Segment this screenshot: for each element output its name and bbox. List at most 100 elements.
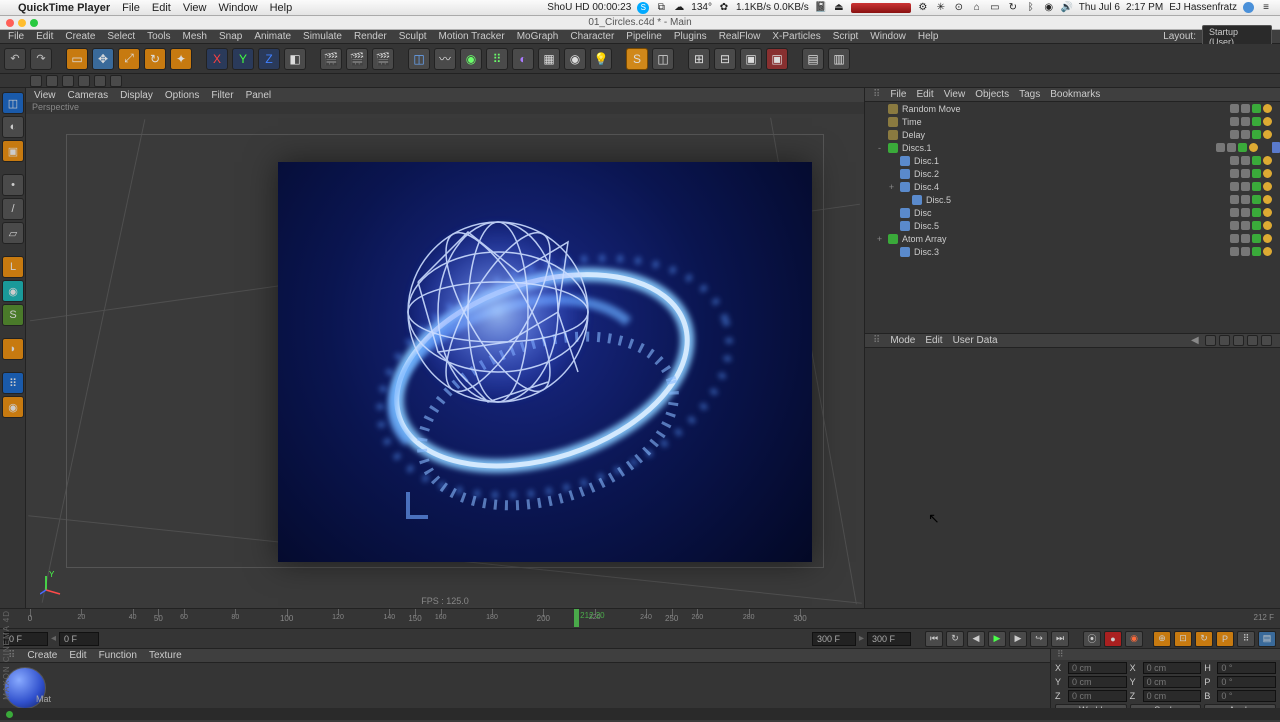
tag-icon[interactable]: [1241, 104, 1250, 113]
layer-dot-icon[interactable]: [1263, 104, 1272, 113]
attr-icon[interactable]: [1205, 335, 1216, 346]
go-end-button[interactable]: ⏭: [1051, 631, 1069, 647]
tag-icon[interactable]: [1252, 182, 1261, 191]
object-row[interactable]: Disc: [865, 206, 1280, 219]
tag-icon[interactable]: [1241, 169, 1250, 178]
expand-toggle[interactable]: +: [875, 234, 884, 244]
mograph-icon[interactable]: ⠿: [486, 48, 508, 70]
tag-icon[interactable]: [1230, 130, 1239, 139]
end-frame-field[interactable]: 300 F: [867, 632, 911, 646]
axis-z-toggle[interactable]: Z: [258, 48, 280, 70]
content-browser[interactable]: ▤: [802, 48, 824, 70]
expand-toggle[interactable]: +: [887, 182, 896, 192]
tag-icon[interactable]: [1230, 221, 1239, 230]
render-region[interactable]: 🎬: [346, 48, 368, 70]
creative-cloud-icon[interactable]: ☁: [673, 2, 685, 14]
object-name[interactable]: Disc.1: [914, 156, 1226, 166]
menu-item[interactable]: Plugins: [674, 31, 707, 42]
tag-icon[interactable]: [1252, 221, 1261, 230]
coord-field[interactable]: 0 °: [1217, 690, 1276, 702]
tag-icon[interactable]: [1230, 104, 1239, 113]
play-button[interactable]: ▶: [988, 631, 1006, 647]
redo-button[interactable]: ↷: [30, 48, 52, 70]
menu-item[interactable]: Character: [570, 31, 614, 42]
tag-icon[interactable]: [1230, 117, 1239, 126]
menu-item[interactable]: Select: [107, 31, 135, 42]
deformer-icon[interactable]: ◐: [512, 48, 534, 70]
coord-field[interactable]: 0 °: [1217, 676, 1276, 688]
attr-menu[interactable]: User Data: [953, 335, 998, 346]
timeline-button[interactable]: ▤: [1258, 631, 1276, 647]
menu-item[interactable]: Window: [870, 31, 906, 42]
layer-dot-icon[interactable]: [1263, 247, 1272, 256]
tag-icon[interactable]: [1241, 156, 1250, 165]
key-scale-button[interactable]: ⊡: [1174, 631, 1192, 647]
tag-icon[interactable]: [1241, 195, 1250, 204]
tag-icon[interactable]: [1241, 182, 1250, 191]
object-row[interactable]: + Atom Array: [865, 232, 1280, 245]
tag-icon[interactable]: [1230, 208, 1239, 217]
vp-menu[interactable]: View: [34, 90, 56, 101]
menu-item[interactable]: Snap: [219, 31, 242, 42]
layer-dot-icon[interactable]: [1263, 195, 1272, 204]
layer-dot-icon[interactable]: [1263, 117, 1272, 126]
app-name[interactable]: QuickTime Player: [18, 2, 110, 14]
point-mode[interactable]: •: [2, 174, 24, 196]
om-menu[interactable]: Bookmarks: [1050, 89, 1100, 100]
coord-field[interactable]: 0 cm: [1143, 690, 1202, 702]
om-menu[interactable]: Tags: [1019, 89, 1040, 100]
key-param-button[interactable]: P: [1216, 631, 1234, 647]
vp-menu[interactable]: Panel: [246, 90, 272, 101]
menu-item[interactable]: Help: [918, 31, 939, 42]
menu-extra-icon[interactable]: ✳: [935, 2, 947, 14]
vp-menu[interactable]: Display: [120, 90, 153, 101]
object-row[interactable]: -Discs.1: [865, 141, 1280, 154]
tweak-mode[interactable]: ⠿: [2, 372, 24, 394]
realflow-icon[interactable]: S: [626, 48, 648, 70]
coord-field[interactable]: 0 cm: [1068, 690, 1127, 702]
menu-item[interactable]: Motion Tracker: [439, 31, 505, 42]
key-pla-button[interactable]: ⠿: [1237, 631, 1255, 647]
om-menu[interactable]: View: [944, 89, 966, 100]
menu-item[interactable]: RealFlow: [719, 31, 761, 42]
menu-help[interactable]: Help: [270, 2, 293, 14]
menu-item[interactable]: File: [8, 31, 24, 42]
workplane-icon[interactable]: ▣: [740, 48, 762, 70]
close-icon[interactable]: [6, 19, 14, 27]
tag-icon[interactable]: [1230, 195, 1239, 204]
evernote-icon[interactable]: 📓: [815, 2, 827, 14]
menu-item[interactable]: Simulate: [303, 31, 342, 42]
menu-item[interactable]: Render: [354, 31, 387, 42]
render-settings[interactable]: 🎬: [372, 48, 394, 70]
object-row[interactable]: Time: [865, 115, 1280, 128]
mini-tool[interactable]: [78, 75, 90, 87]
object-row[interactable]: Disc.1: [865, 154, 1280, 167]
rotate-tool[interactable]: ↻: [144, 48, 166, 70]
tag-icon[interactable]: [1252, 234, 1261, 243]
coord-field[interactable]: 0 cm: [1068, 676, 1127, 688]
menu-item[interactable]: Mesh: [183, 31, 207, 42]
tag-icon[interactable]: [1241, 247, 1250, 256]
recording-indicator[interactable]: [851, 3, 911, 13]
coord-system[interactable]: ◧: [284, 48, 306, 70]
object-name[interactable]: Disc.2: [914, 169, 1226, 179]
status-time[interactable]: 2:17 PM: [1126, 2, 1163, 13]
menu-edit[interactable]: Edit: [152, 2, 171, 14]
tag-icon[interactable]: [1230, 247, 1239, 256]
timeline-ruler[interactable]: 0501001502002503002040608012014016018022…: [0, 608, 1280, 628]
polygon-mode[interactable]: ▱: [2, 222, 24, 244]
tag-icon[interactable]: [1241, 130, 1250, 139]
snap-mode[interactable]: S: [2, 304, 24, 326]
tag-icon[interactable]: [1241, 208, 1250, 217]
edge-mode[interactable]: /: [2, 198, 24, 220]
om-menu[interactable]: Edit: [916, 89, 933, 100]
om-menu[interactable]: File: [890, 89, 906, 100]
object-name[interactable]: Atom Array: [902, 234, 1226, 244]
eject-icon[interactable]: ⏏: [833, 2, 845, 14]
object-name[interactable]: Disc.4: [914, 182, 1226, 192]
minimize-icon[interactable]: [18, 19, 26, 27]
menu-view[interactable]: View: [183, 2, 207, 14]
menu-item[interactable]: Tools: [147, 31, 170, 42]
generator-icon[interactable]: ◉: [460, 48, 482, 70]
layer-dot-icon[interactable]: [1263, 182, 1272, 191]
